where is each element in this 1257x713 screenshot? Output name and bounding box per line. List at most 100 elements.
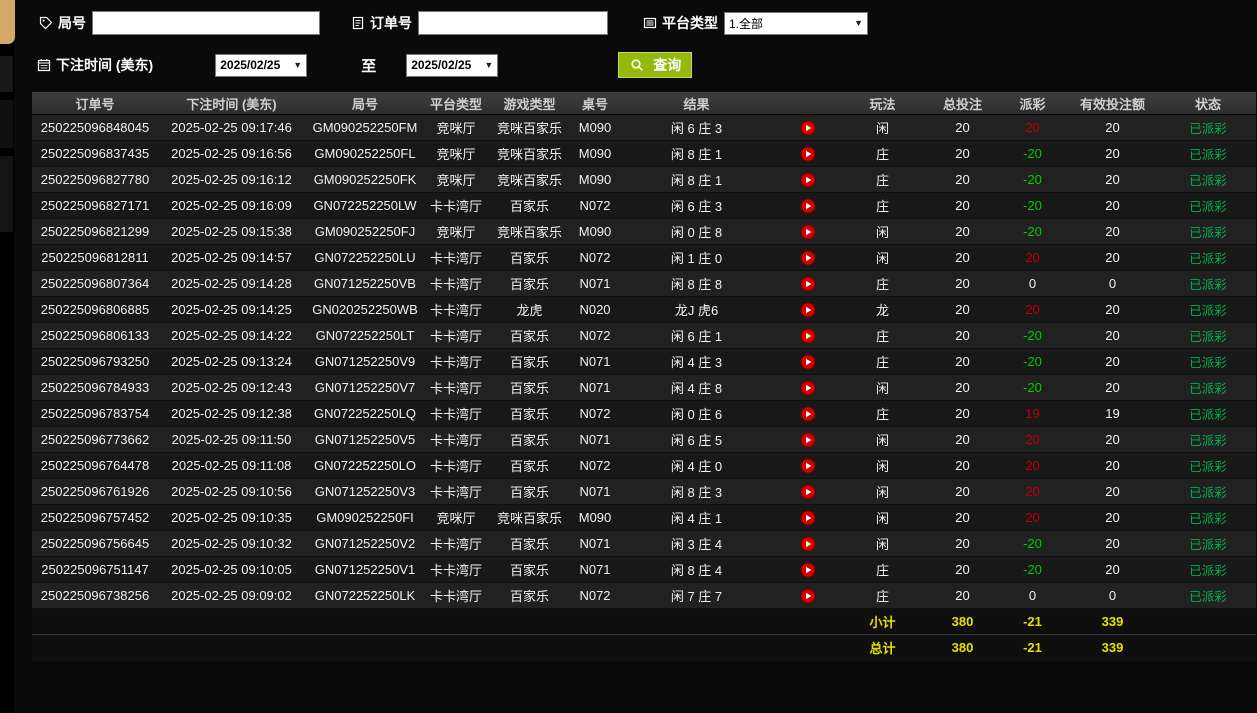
- play-video-icon[interactable]: [800, 536, 816, 552]
- round-no-input[interactable]: [92, 11, 320, 35]
- table-row: 250225096827171 2025-02-25 09:16:09 GN0722…: [32, 192, 1256, 219]
- filter-row-1: 局号 订单号 平台类型 1.全部 ▼: [32, 8, 1257, 38]
- cell-play: [775, 244, 840, 271]
- rail-segment: [0, 100, 13, 148]
- cell-result: 闲 8 庄 8: [618, 270, 775, 297]
- cell-total_bet: 20: [925, 166, 1000, 193]
- cell-bet_time: 2025-02-25 09:12:38: [158, 400, 305, 427]
- cell-valid_bet: 20: [1065, 348, 1160, 375]
- play-video-icon[interactable]: [800, 354, 816, 370]
- cell-play: [775, 322, 840, 349]
- cell-platform: 卡卡湾厅: [425, 244, 487, 271]
- summary-payout: -21: [1000, 634, 1065, 661]
- play-video-icon[interactable]: [800, 484, 816, 500]
- play-video-icon[interactable]: [800, 302, 816, 318]
- cell-platform: 卡卡湾厅: [425, 348, 487, 375]
- play-video-icon[interactable]: [800, 432, 816, 448]
- query-button[interactable]: 查询: [618, 52, 693, 78]
- cell-valid_bet: 20: [1065, 374, 1160, 401]
- play-video-icon[interactable]: [800, 458, 816, 474]
- cell-valid_bet: 20: [1065, 114, 1160, 141]
- cell-total_bet: 20: [925, 582, 1000, 609]
- cell-result: 闲 6 庄 3: [618, 192, 775, 219]
- cell-method: 庄: [840, 140, 925, 167]
- cell-round_no: GM090252250FK: [305, 166, 425, 193]
- cell-game_type: 竞咪百家乐: [487, 218, 572, 245]
- play-video-icon[interactable]: [800, 328, 816, 344]
- play-video-icon[interactable]: [800, 562, 816, 578]
- cell-platform: 卡卡湾厅: [425, 400, 487, 427]
- cell-game_type: 竞咪百家乐: [487, 166, 572, 193]
- platform-type-select[interactable]: 1.全部 ▼: [724, 11, 868, 35]
- cell-result: 闲 8 庄 1: [618, 166, 775, 193]
- cell-valid_bet: 20: [1065, 478, 1160, 505]
- bet-table-body: 250225096848045 2025-02-25 09:17:46 GM0902…: [32, 114, 1256, 661]
- summary-total-bet: 380: [925, 608, 1000, 635]
- cell-total_bet: 20: [925, 348, 1000, 375]
- cell-payout: -20: [1000, 348, 1065, 375]
- cell-valid_bet: 20: [1065, 192, 1160, 219]
- table-row: 250225096821299 2025-02-25 09:15:38 GM0902…: [32, 218, 1256, 245]
- col-header-table_no: 桌号: [572, 92, 618, 115]
- col-header-platform: 平台类型: [425, 92, 487, 115]
- cell-table_no: N072: [572, 192, 618, 219]
- cell-platform: 卡卡湾厅: [425, 582, 487, 609]
- cell-game_type: 百家乐: [487, 582, 572, 609]
- play-video-icon[interactable]: [800, 510, 816, 526]
- play-video-icon[interactable]: [800, 588, 816, 604]
- table-row: 250225096848045 2025-02-25 09:17:46 GM0902…: [32, 114, 1256, 141]
- cell-platform: 卡卡湾厅: [425, 452, 487, 479]
- play-video-icon[interactable]: [800, 380, 816, 396]
- order-no-input[interactable]: [418, 11, 608, 35]
- rail-segment: [0, 156, 13, 232]
- cell-status: 已派彩: [1160, 374, 1256, 401]
- play-video-icon[interactable]: [800, 172, 816, 188]
- cell-bet_time: 2025-02-25 09:12:43: [158, 374, 305, 401]
- cell-table_no: M090: [572, 218, 618, 245]
- list-icon: [642, 15, 658, 31]
- play-video-icon[interactable]: [800, 224, 816, 240]
- cell-round_no: GN072252250LQ: [305, 400, 425, 427]
- sidebar-collapse-tab[interactable]: [0, 0, 15, 44]
- play-video-icon[interactable]: [800, 406, 816, 422]
- cell-method: 闲: [840, 530, 925, 557]
- table-row: 250225096806885 2025-02-25 09:14:25 GN0202…: [32, 296, 1256, 323]
- table-row: 250225096756645 2025-02-25 09:10:32 GN0712…: [32, 530, 1256, 557]
- cell-game_type: 百家乐: [487, 426, 572, 453]
- summary-payout: -21: [1000, 608, 1065, 635]
- cell-valid_bet: 20: [1065, 166, 1160, 193]
- cell-order_no: 250225096821299: [32, 218, 158, 245]
- summary-valid-bet: 339: [1065, 608, 1160, 635]
- cell-method: 闲: [840, 244, 925, 271]
- cell-play: [775, 348, 840, 375]
- cell-method: 庄: [840, 270, 925, 297]
- play-video-icon[interactable]: [800, 146, 816, 162]
- cell-order_no: 250225096806885: [32, 296, 158, 323]
- date-from-select[interactable]: 2025/02/25 ▼: [215, 53, 308, 77]
- cell-play: [775, 400, 840, 427]
- summary-status-blank: [1160, 634, 1256, 661]
- date-to-select[interactable]: 2025/02/25 ▼: [406, 53, 499, 77]
- cell-platform: 竞咪厅: [425, 504, 487, 531]
- play-video-icon[interactable]: [800, 276, 816, 292]
- play-video-icon[interactable]: [800, 198, 816, 214]
- play-video-icon[interactable]: [800, 250, 816, 266]
- cell-order_no: 250225096756645: [32, 530, 158, 557]
- cell-bet_time: 2025-02-25 09:10:32: [158, 530, 305, 557]
- cell-game_type: 竞咪百家乐: [487, 114, 572, 141]
- cell-table_no: N071: [572, 556, 618, 583]
- cell-round_no: GM090252250FJ: [305, 218, 425, 245]
- total-row: 总计 380 -21 339: [32, 634, 1256, 661]
- cell-method: 庄: [840, 348, 925, 375]
- cell-result: 闲 6 庄 3: [618, 114, 775, 141]
- cell-status: 已派彩: [1160, 218, 1256, 245]
- cell-order_no: 250225096827780: [32, 166, 158, 193]
- play-video-icon[interactable]: [800, 120, 816, 136]
- cell-total_bet: 20: [925, 218, 1000, 245]
- cell-platform: 竞咪厅: [425, 140, 487, 167]
- cell-result: 闲 4 庄 0: [618, 452, 775, 479]
- screen: 局号 订单号 平台类型 1.全部 ▼ 下注时间 (美东) 2025/02/25 …: [0, 0, 1257, 713]
- cell-round_no: GM090252250FI: [305, 504, 425, 531]
- cell-platform: 竞咪厅: [425, 166, 487, 193]
- cell-order_no: 250225096761926: [32, 478, 158, 505]
